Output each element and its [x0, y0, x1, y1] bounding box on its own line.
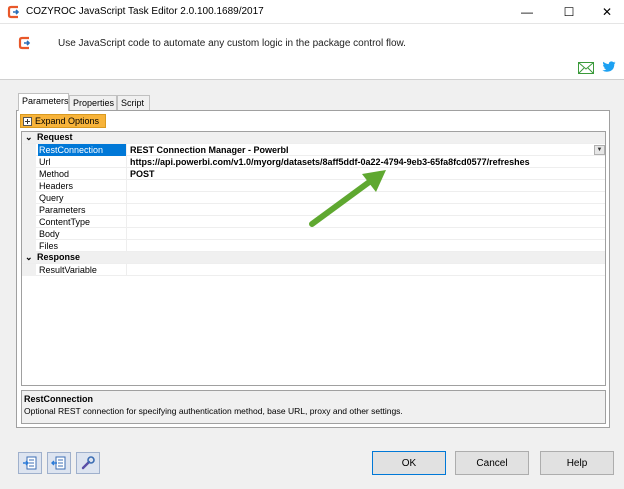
property-value[interactable]: POST [130, 168, 155, 180]
property-name[interactable]: Body [38, 228, 127, 240]
grid-row-resultvariable[interactable]: ResultVariable [22, 264, 605, 276]
category-label: Response [37, 252, 81, 262]
property-name[interactable]: RestConnection [38, 144, 127, 156]
expand-options-button[interactable]: Expand Options [20, 114, 106, 128]
import-icon [23, 456, 37, 470]
category-label: Request [37, 132, 73, 142]
export-button[interactable] [47, 452, 71, 474]
grid-row-files[interactable]: Files [22, 240, 605, 252]
import-button[interactable] [18, 452, 42, 474]
grid-row-restconnection[interactable]: RestConnection REST Connection Manager -… [22, 144, 605, 156]
tab-parameters[interactable]: Parameters [18, 93, 69, 111]
export-icon [51, 456, 66, 470]
title-bar: COZYROC JavaScript Task Editor 2.0.100.1… [0, 0, 624, 24]
ok-button[interactable]: OK [372, 451, 446, 475]
property-value[interactable]: REST Connection Manager - PowerbI [130, 144, 289, 156]
property-name[interactable]: ContentType [38, 216, 127, 228]
wrench-icon [81, 456, 95, 470]
tools-button[interactable] [76, 452, 100, 474]
category-request[interactable]: ⌄ Request [22, 132, 605, 144]
property-name[interactable]: Headers [38, 180, 127, 192]
cozyroc-logo-icon [7, 5, 20, 19]
property-name[interactable]: ResultVariable [38, 264, 127, 276]
header-description: Use JavaScript code to automate any cust… [58, 38, 406, 49]
dropdown-arrow-icon[interactable]: ▼ [594, 145, 605, 155]
maximize-button[interactable]: ☐ [552, 0, 586, 24]
collapse-icon[interactable]: ⌄ [25, 132, 33, 143]
property-name[interactable]: Parameters [38, 204, 127, 216]
collapse-icon[interactable]: ⌄ [25, 252, 33, 263]
mail-icon[interactable] [578, 62, 594, 74]
expand-options-label: Expand Options [35, 116, 100, 126]
description-panel: RestConnection Optional REST connection … [21, 390, 606, 424]
expand-icon [23, 116, 32, 126]
property-name[interactable]: Files [38, 240, 127, 252]
property-name[interactable]: Method [38, 168, 127, 180]
property-name[interactable]: Url [38, 156, 127, 168]
tab-script[interactable]: Script [117, 95, 150, 111]
property-name[interactable]: Query [38, 192, 127, 204]
twitter-icon[interactable] [602, 61, 616, 73]
cozyroc-logo-icon [18, 36, 31, 50]
minimize-button[interactable]: — [510, 0, 544, 24]
help-button[interactable]: Help [540, 451, 614, 475]
category-response[interactable]: ⌄ Response [22, 252, 605, 264]
close-button[interactable]: ✕ [590, 0, 624, 24]
header-panel: Use JavaScript code to automate any cust… [0, 24, 624, 80]
description-text: Optional REST connection for specifying … [24, 406, 403, 416]
tab-properties[interactable]: Properties [69, 95, 117, 111]
window-title: COZYROC JavaScript Task Editor 2.0.100.1… [26, 6, 264, 17]
annotation-arrow [309, 170, 386, 227]
cancel-button[interactable]: Cancel [455, 451, 529, 475]
description-title: RestConnection [24, 394, 94, 404]
